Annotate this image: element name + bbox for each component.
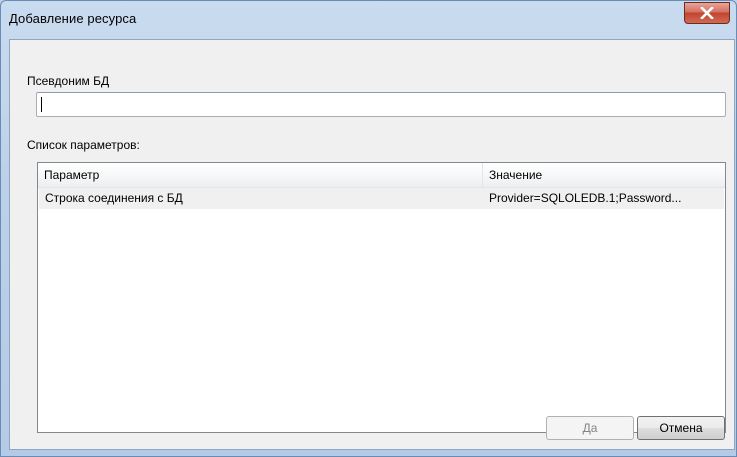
params-list[interactable]: Параметр Значение Строка соединения с БД…	[37, 162, 726, 433]
dialog-client-area: Псевдоним БД Список параметров: Параметр…	[9, 39, 735, 450]
list-row[interactable]: Строка соединения с БД Provider=SQLOLEDB…	[39, 188, 724, 209]
params-list-header: Параметр Значение	[38, 163, 725, 188]
param-value-cell: Provider=SQLOLEDB.1;Password...	[489, 191, 682, 205]
param-name-cell: Строка соединения с БД	[45, 191, 183, 205]
title-bar[interactable]: Добавление ресурса	[1, 1, 736, 37]
alias-label: Псевдоним БД	[27, 74, 110, 88]
cancel-button[interactable]: Отмена	[637, 416, 725, 440]
close-icon	[700, 7, 714, 19]
params-list-label: Список параметров:	[27, 138, 140, 152]
alias-input[interactable]	[36, 92, 726, 117]
dialog-window: Добавление ресурса Псевдоним БД Список п…	[0, 0, 737, 457]
close-button[interactable]	[684, 2, 730, 24]
window-title: Добавление ресурса	[9, 11, 137, 26]
ok-button[interactable]: Да	[546, 416, 634, 440]
column-header-value[interactable]: Значение	[483, 163, 725, 187]
text-caret	[41, 97, 42, 112]
column-header-parameter[interactable]: Параметр	[38, 163, 483, 187]
